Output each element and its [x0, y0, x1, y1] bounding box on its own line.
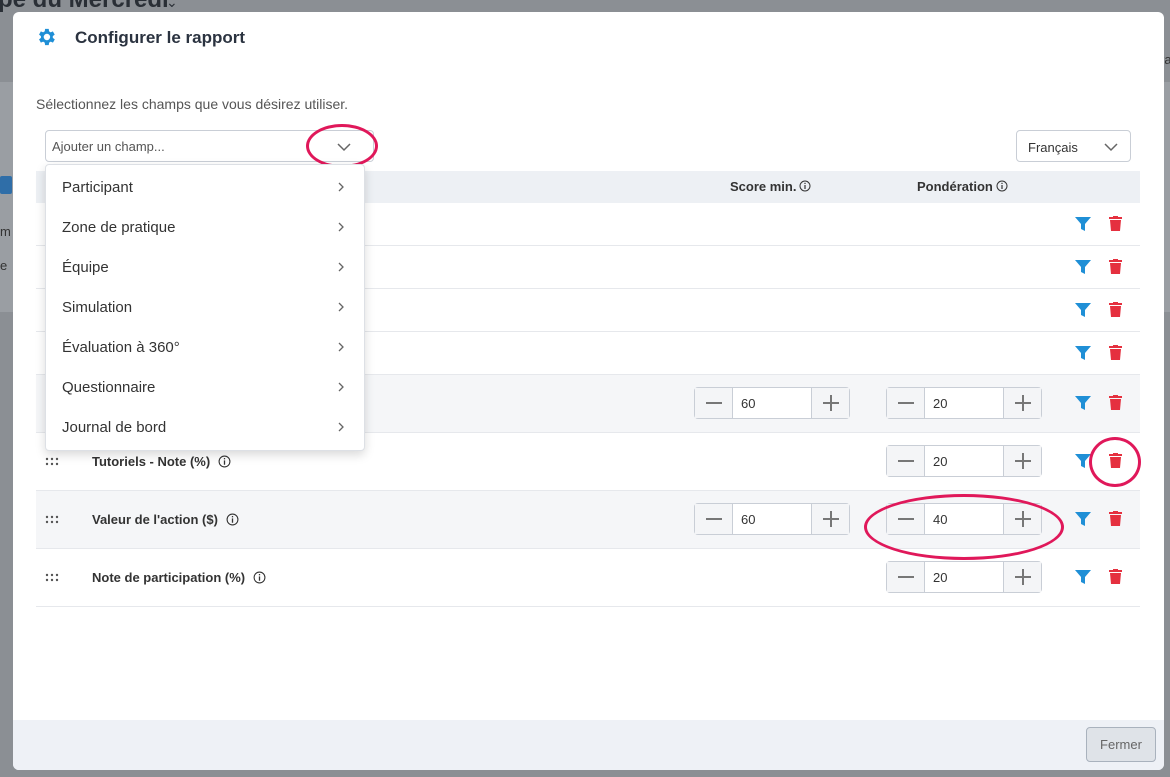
- increment-button[interactable]: [1003, 388, 1041, 418]
- language-select[interactable]: Français: [1016, 130, 1131, 162]
- background-text: m: [0, 224, 11, 239]
- modal-title: Configurer le rapport: [75, 28, 246, 47]
- increment-button[interactable]: [811, 504, 849, 534]
- chevron-right-icon: [338, 382, 344, 392]
- decrement-button[interactable]: [695, 388, 733, 418]
- filter-icon[interactable]: [1075, 217, 1091, 231]
- dropdown-item-journal-de-bord[interactable]: Journal de bord: [46, 407, 364, 447]
- score-min-stepper[interactable]: 60: [694, 387, 850, 419]
- dropdown-item-label: Équipe: [62, 259, 109, 276]
- ponderation-value[interactable]: 20: [933, 454, 947, 469]
- decrement-button[interactable]: [887, 562, 925, 592]
- dropdown-item-equipe[interactable]: Équipe: [46, 247, 364, 287]
- gear-icon: [0, 176, 12, 194]
- trash-icon[interactable]: [1109, 302, 1122, 317]
- filter-icon[interactable]: [1075, 512, 1091, 526]
- chevron-down-icon: [1104, 143, 1118, 152]
- close-button[interactable]: Fermer: [1086, 727, 1156, 762]
- increment-button[interactable]: [811, 388, 849, 418]
- trash-icon[interactable]: [1109, 345, 1122, 360]
- dropdown-item-zone-de-pratique[interactable]: Zone de pratique: [46, 207, 364, 247]
- instructions-text: Sélectionnez les champs que vous désirez…: [36, 96, 349, 112]
- trash-icon[interactable]: [1109, 216, 1122, 231]
- decrement-button[interactable]: [887, 388, 925, 418]
- chevron-right-icon: [338, 302, 344, 312]
- dropdown-item-label: Évaluation à 360°: [62, 339, 180, 356]
- info-icon[interactable]: [253, 571, 266, 584]
- ponderation-stepper[interactable]: 20: [886, 561, 1042, 593]
- chevron-down-icon: ⌄: [166, 0, 178, 10]
- score-min-stepper[interactable]: 60: [694, 503, 850, 535]
- drag-handle-icon[interactable]: [45, 515, 59, 525]
- chevron-right-icon: [338, 422, 344, 432]
- configure-report-modal: Configurer le rapport Sélectionnez les c…: [13, 12, 1164, 770]
- ponderation-stepper[interactable]: 20: [886, 387, 1042, 419]
- dropdown-item-label: Zone de pratique: [62, 219, 176, 236]
- column-header-label: Pondération: [917, 179, 993, 194]
- score-min-value[interactable]: 60: [741, 396, 755, 411]
- dropdown-item-label: Participant: [62, 179, 133, 196]
- increment-button[interactable]: [1003, 562, 1041, 592]
- row-label-text: Valeur de l'action ($): [92, 512, 218, 527]
- filter-icon[interactable]: [1075, 570, 1091, 584]
- dropdown-item-evaluation-360[interactable]: Évaluation à 360°: [46, 327, 364, 367]
- chevron-right-icon: [338, 262, 344, 272]
- dropdown-item-participant[interactable]: Participant: [46, 167, 364, 207]
- highlight-circle: [864, 494, 1064, 560]
- decrement-button[interactable]: [887, 446, 925, 476]
- ponderation-stepper[interactable]: 20: [886, 445, 1042, 477]
- chevron-right-icon: [338, 182, 344, 192]
- score-min-value[interactable]: 60: [741, 512, 755, 527]
- column-header-score-min: Score min.: [730, 179, 811, 194]
- filter-icon[interactable]: [1075, 396, 1091, 410]
- column-header-ponderation: Pondération: [917, 179, 1008, 194]
- highlight-circle: [1089, 437, 1141, 487]
- trash-icon[interactable]: [1109, 395, 1122, 410]
- drag-handle-icon[interactable]: [45, 457, 59, 467]
- row-label: Valeur de l'action ($): [92, 512, 239, 527]
- chevron-right-icon: [338, 222, 344, 232]
- chevron-right-icon: [338, 342, 344, 352]
- row-label: Tutoriels - Note (%): [92, 454, 231, 469]
- gear-icon: [39, 28, 55, 46]
- increment-button[interactable]: [1003, 446, 1041, 476]
- column-header-label: Score min.: [730, 179, 797, 194]
- modal-header: Configurer le rapport: [13, 12, 1164, 68]
- trash-icon[interactable]: [1109, 569, 1122, 584]
- filter-icon[interactable]: [1075, 303, 1091, 317]
- info-icon[interactable]: [996, 180, 1008, 192]
- info-icon[interactable]: [799, 180, 811, 192]
- dropdown-item-label: Simulation: [62, 299, 133, 316]
- ponderation-value[interactable]: 20: [933, 396, 947, 411]
- row-label: Note de participation (%): [92, 570, 266, 585]
- row-label-text: Note de participation (%): [92, 570, 246, 585]
- filter-icon[interactable]: [1075, 260, 1091, 274]
- trash-icon[interactable]: [1109, 259, 1122, 274]
- trash-icon[interactable]: [1109, 511, 1122, 526]
- drag-handle-icon[interactable]: [45, 573, 59, 583]
- add-field-placeholder: Ajouter un champ...: [52, 139, 165, 154]
- add-field-dropdown-menu: Participant Zone de pratique Équipe Simu…: [45, 164, 365, 451]
- info-icon[interactable]: [226, 513, 239, 526]
- dropdown-item-questionnaire[interactable]: Questionnaire: [46, 367, 364, 407]
- highlight-circle: [306, 124, 378, 168]
- filter-icon[interactable]: [1075, 346, 1091, 360]
- modal-footer: [13, 720, 1164, 770]
- background-text: e: [0, 258, 8, 273]
- ponderation-value[interactable]: 20: [933, 570, 947, 585]
- language-value: Français: [1028, 140, 1078, 155]
- dropdown-item-label: Journal de bord: [62, 419, 167, 436]
- dropdown-item-simulation[interactable]: Simulation: [46, 287, 364, 327]
- info-icon[interactable]: [218, 455, 231, 468]
- dropdown-item-label: Questionnaire: [62, 379, 156, 396]
- row-label-text: Tutoriels - Note (%): [92, 454, 211, 469]
- decrement-button[interactable]: [695, 504, 733, 534]
